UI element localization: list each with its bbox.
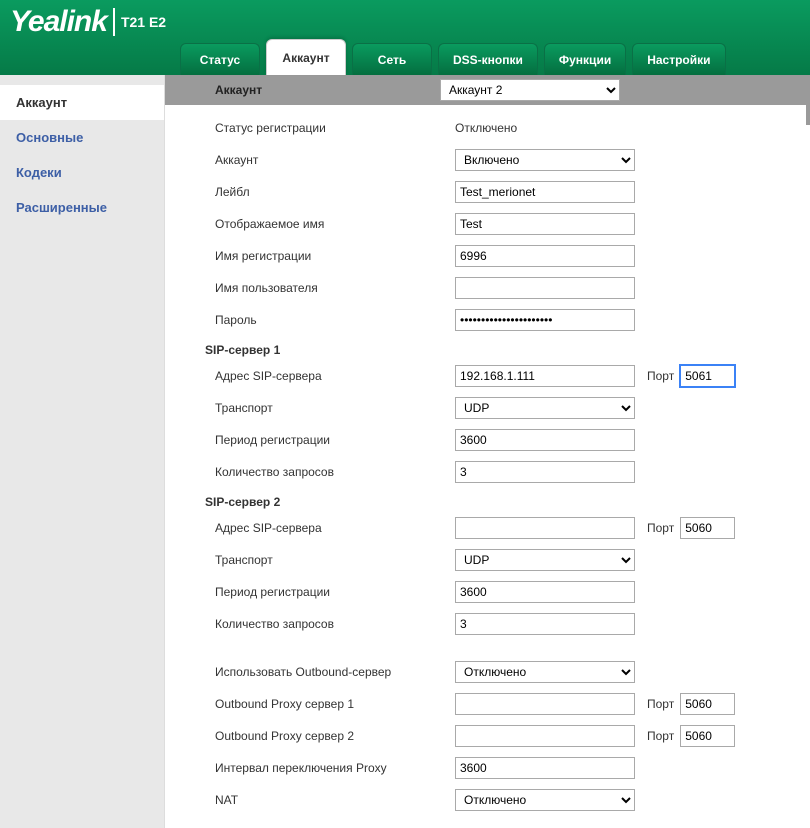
sip1-port-input[interactable] — [680, 365, 735, 387]
sip2-retries-label: Количество запросов — [215, 617, 455, 631]
account-header-row: Аккаунт Аккаунт 2 — [165, 75, 810, 105]
password-label: Пароль — [215, 313, 455, 327]
display-name-input[interactable] — [455, 213, 635, 235]
label-input[interactable] — [455, 181, 635, 203]
sidebar-item-advanced[interactable]: Расширенные — [0, 190, 164, 225]
register-name-input[interactable] — [455, 245, 635, 267]
sidebar-item-codecs[interactable]: Кодеки — [0, 155, 164, 190]
sip2-regperiod-label: Период регистрации — [215, 585, 455, 599]
outbound-proxy2-label: Outbound Proxy сервер 2 — [215, 729, 455, 743]
account-select[interactable]: Аккаунт 2 — [440, 79, 620, 101]
sip2-addr-label: Адрес SIP-сервера — [215, 521, 455, 535]
sip1-port-label: Порт — [647, 369, 674, 383]
brand-logo: Yealink — [10, 5, 107, 39]
sip2-transport-select[interactable]: UDP — [455, 549, 635, 571]
password-input[interactable] — [455, 309, 635, 331]
reg-status-label: Статус регистрации — [215, 121, 455, 135]
display-name-label: Отображаемое имя — [215, 217, 455, 231]
logo-divider — [113, 8, 115, 36]
sidebar-item-account[interactable]: Аккаунт — [0, 85, 164, 120]
outbound-select[interactable]: Отключено — [455, 661, 635, 683]
content-panel: Аккаунт Аккаунт 2 Статус регистрации Отк… — [165, 75, 810, 828]
logo-area: Yealink T21 E2 — [10, 5, 166, 39]
sip2-regperiod-input[interactable] — [455, 581, 635, 603]
outbound-proxy2-input[interactable] — [455, 725, 635, 747]
tab-account[interactable]: Аккаунт — [266, 39, 346, 75]
sip2-port-label: Порт — [647, 521, 674, 535]
label-label: Лейбл — [215, 185, 455, 199]
form-body: Статус регистрации Отключено Аккаунт Вкл… — [165, 105, 810, 828]
username-input[interactable] — [455, 277, 635, 299]
sip1-regperiod-label: Период регистрации — [215, 433, 455, 447]
sip2-transport-label: Транспорт — [215, 553, 455, 567]
sip1-title: SIP-сервер 1 — [205, 343, 810, 357]
sip1-retries-input[interactable] — [455, 461, 635, 483]
right-edge-decoration — [806, 95, 810, 125]
username-label: Имя пользователя — [215, 281, 455, 295]
sip1-addr-label: Адрес SIP-сервера — [215, 369, 455, 383]
account-header-label: Аккаунт — [215, 83, 440, 97]
proxy-interval-input[interactable] — [455, 757, 635, 779]
sip2-port-input[interactable] — [680, 517, 735, 539]
nat-label: NAT — [215, 793, 455, 807]
top-header: Yealink T21 E2 Статус Аккаунт Сеть DSS-к… — [0, 0, 810, 75]
tab-settings[interactable]: Настройки — [632, 43, 725, 75]
sip2-addr-input[interactable] — [455, 517, 635, 539]
tab-dss[interactable]: DSS-кнопки — [438, 43, 538, 75]
model-name: T21 E2 — [121, 14, 166, 30]
sip1-addr-input[interactable] — [455, 365, 635, 387]
sip1-transport-label: Транспорт — [215, 401, 455, 415]
register-name-label: Имя регистрации — [215, 249, 455, 263]
sip1-retries-label: Количество запросов — [215, 465, 455, 479]
outbound-proxy2-port-label: Порт — [647, 729, 674, 743]
account-enable-label: Аккаунт — [215, 153, 455, 167]
tab-network[interactable]: Сеть — [352, 43, 432, 75]
sip1-regperiod-input[interactable] — [455, 429, 635, 451]
body-area: Аккаунт Основные Кодеки Расширенные Акка… — [0, 75, 810, 828]
nat-select[interactable]: Отключено — [455, 789, 635, 811]
proxy-interval-label: Интервал переключения Proxy — [215, 761, 455, 775]
main-tabs: Статус Аккаунт Сеть DSS-кнопки Функции Н… — [180, 39, 726, 75]
account-enable-select[interactable]: Включено — [455, 149, 635, 171]
outbound-proxy1-label: Outbound Proxy сервер 1 — [215, 697, 455, 711]
outbound-proxy2-port-input[interactable] — [680, 725, 735, 747]
sidebar: Аккаунт Основные Кодеки Расширенные — [0, 75, 165, 828]
sip2-title: SIP-сервер 2 — [205, 495, 810, 509]
outbound-proxy1-input[interactable] — [455, 693, 635, 715]
sip1-transport-select[interactable]: UDP — [455, 397, 635, 419]
sidebar-item-basic[interactable]: Основные — [0, 120, 164, 155]
tab-status[interactable]: Статус — [180, 43, 260, 75]
outbound-label: Использовать Outbound-сервер — [215, 665, 455, 679]
outbound-proxy1-port-input[interactable] — [680, 693, 735, 715]
tab-features[interactable]: Функции — [544, 43, 626, 75]
reg-status-value: Отключено — [455, 121, 517, 135]
outbound-proxy1-port-label: Порт — [647, 697, 674, 711]
sip2-retries-input[interactable] — [455, 613, 635, 635]
